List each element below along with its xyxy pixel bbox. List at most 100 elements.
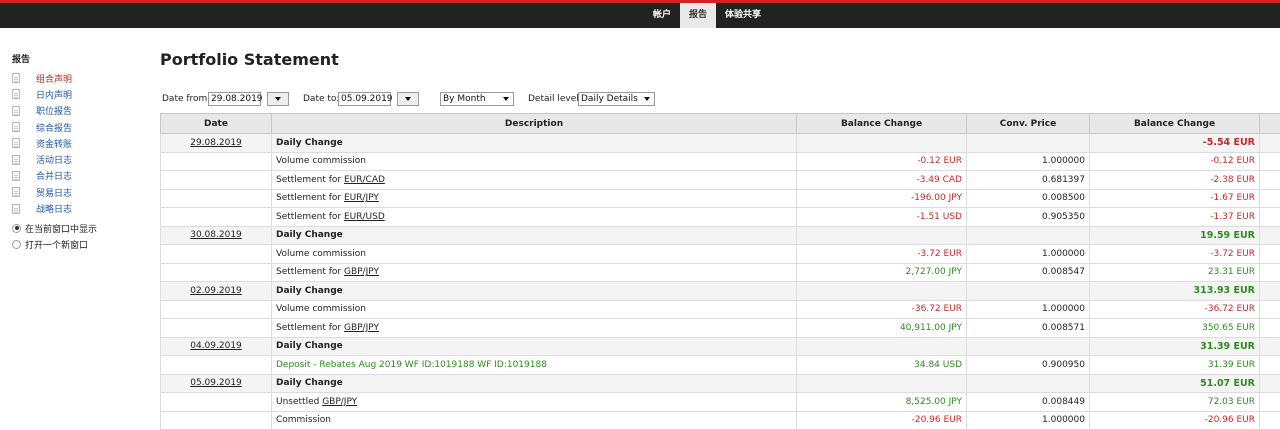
table-row: Volume commission -3.72 EUR 1.000000 -3.72 … bbox=[160, 244, 1280, 264]
balance-change-eur-cell: -20.96 EUR bbox=[1089, 410, 1260, 430]
window-option[interactable]: 在当前窗口中显示 bbox=[12, 221, 142, 236]
document-icon bbox=[12, 89, 20, 100]
table-row: Deposit - Rebates Aug 2019 WF ID:1019188… bbox=[160, 355, 1280, 375]
empty-cell bbox=[1259, 355, 1280, 375]
daily-total: 51.07 EUR bbox=[1089, 373, 1260, 393]
date-from-input[interactable]: 29.08.2019 bbox=[208, 92, 263, 106]
balance-change-cell: 2,727.00 JPY bbox=[796, 262, 967, 282]
table-row: Settlement for EUR/JPY -196.00 JPY 0.00850… bbox=[160, 188, 1280, 208]
empty-cell bbox=[1259, 281, 1280, 301]
sidebar-item[interactable]: 合并日志 bbox=[12, 168, 142, 184]
top-nav-item[interactable]: 体验共享 bbox=[716, 3, 770, 28]
daily-total: 19.59 EUR bbox=[1089, 225, 1260, 245]
document-icon bbox=[12, 170, 20, 181]
detail-level-select[interactable]: Daily Details bbox=[578, 92, 655, 106]
sidebar-item[interactable]: 组合声明 bbox=[12, 70, 142, 86]
instrument-link[interactable]: GBP/JPY bbox=[344, 323, 379, 333]
description-cell: Settlement for EUR/JPY bbox=[271, 188, 797, 208]
empty-cell bbox=[1259, 133, 1280, 153]
balance-change-cell: -3.72 EUR bbox=[796, 244, 967, 264]
table-row: Settlement for GBP/JPY 2,727.00 JPY 0.0085… bbox=[160, 262, 1280, 282]
sidebar-item-label[interactable]: 综合报告 bbox=[36, 121, 72, 134]
conv-price-cell: 1.000000 bbox=[966, 244, 1090, 264]
empty-cell bbox=[1259, 410, 1280, 430]
top-nav-item[interactable]: 报告 bbox=[680, 3, 717, 28]
sidebar-item[interactable]: 贸易日志 bbox=[12, 184, 142, 200]
daily-change-row: 30.08.2019 Daily Change 19.59 EUR bbox=[160, 225, 1280, 245]
empty-cell bbox=[796, 281, 967, 301]
conv-price-cell: 0.008500 bbox=[966, 188, 1090, 208]
window-option[interactable]: 打开一个新窗口 bbox=[12, 237, 142, 252]
instrument-link[interactable]: EUR/USD bbox=[344, 212, 385, 222]
column-header: Date bbox=[160, 113, 272, 134]
radio-button[interactable] bbox=[12, 223, 21, 233]
date-link[interactable]: 02.09.2019 bbox=[160, 281, 272, 301]
balance-change-eur-cell: 72.03 EUR bbox=[1089, 392, 1260, 412]
empty-cell bbox=[1259, 299, 1280, 319]
sidebar-item[interactable]: 战略日志 bbox=[12, 200, 142, 216]
sidebar-item[interactable]: 资金转账 bbox=[12, 135, 142, 151]
daily-total: 31.39 EUR bbox=[1089, 336, 1260, 356]
daily-change-label: Daily Change bbox=[271, 336, 797, 356]
empty-cell bbox=[160, 170, 272, 190]
sidebar-item-label[interactable]: 活动日志 bbox=[36, 153, 72, 166]
sidebar-item[interactable]: 活动日志 bbox=[12, 151, 142, 167]
sidebar-item[interactable]: 职位报告 bbox=[12, 103, 142, 119]
empty-cell bbox=[1259, 373, 1280, 393]
conv-price-cell: 1.000000 bbox=[966, 151, 1090, 171]
conv-price-cell: 0.008571 bbox=[966, 318, 1090, 338]
sidebar-item-label[interactable]: 资金转账 bbox=[36, 137, 72, 150]
date-to-input[interactable]: 05.09.2019 bbox=[338, 92, 393, 106]
empty-cell bbox=[160, 151, 272, 171]
empty-cell bbox=[160, 244, 272, 264]
date-to-picker-button[interactable] bbox=[397, 92, 419, 106]
sidebar-item[interactable]: 日内声明 bbox=[12, 86, 142, 102]
description-text: Volume commission bbox=[276, 304, 366, 315]
instrument-link[interactable]: EUR/JPY bbox=[344, 193, 379, 203]
table-row: Volume commission -0.12 EUR 1.000000 -0.12 … bbox=[160, 151, 1280, 171]
date-link[interactable]: 30.08.2019 bbox=[160, 225, 272, 245]
instrument-link[interactable]: GBP/JPY bbox=[344, 267, 379, 277]
sidebar-item-label[interactable]: 战略日志 bbox=[36, 202, 72, 215]
sidebar-title: 报告 bbox=[12, 55, 31, 65]
table-row: Settlement for EUR/USD -1.51 USD 0.905350-… bbox=[160, 207, 1280, 227]
column-header: Description bbox=[271, 113, 797, 134]
sidebar-item-label[interactable]: 日内声明 bbox=[36, 88, 72, 101]
balance-change-eur-cell: 31.39 EUR bbox=[1089, 355, 1260, 375]
sidebar-item-label[interactable]: 合并日志 bbox=[36, 169, 72, 182]
period-select[interactable]: By Month bbox=[440, 92, 514, 106]
sidebar-item[interactable]: 综合报告 bbox=[12, 119, 142, 135]
sidebar-item-label[interactable]: 贸易日志 bbox=[36, 186, 72, 199]
radio-button[interactable] bbox=[12, 239, 21, 249]
conv-price-cell: 0.008547 bbox=[966, 262, 1090, 282]
balance-change-eur-cell: -0.12 EUR bbox=[1089, 151, 1260, 171]
empty-cell bbox=[1259, 244, 1280, 264]
balance-change-cell: -1.51 USD bbox=[796, 207, 967, 227]
daily-change-label: Daily Change bbox=[271, 373, 797, 393]
sidebar-item-label[interactable]: 职位报告 bbox=[36, 104, 72, 117]
description-cell: Unsettled GBP/JPY bbox=[271, 392, 797, 412]
empty-cell bbox=[966, 225, 1090, 245]
top-nav: 帐户 报告 体验共享 bbox=[644, 3, 770, 28]
description-text: Deposit - Rebates Aug 2019 WF ID:1019188… bbox=[276, 359, 547, 370]
date-from-picker-button[interactable] bbox=[267, 92, 289, 106]
description-text: Commission bbox=[276, 415, 331, 426]
empty-cell bbox=[1259, 262, 1280, 282]
conv-price-cell: 0.681397 bbox=[966, 170, 1090, 190]
instrument-link[interactable]: EUR/CAD bbox=[344, 175, 385, 185]
conv-price-cell: 1.000000 bbox=[966, 410, 1090, 430]
top-nav-item[interactable]: 帐户 bbox=[644, 3, 680, 28]
date-link[interactable]: 04.09.2019 bbox=[160, 336, 272, 356]
sidebar-item-label[interactable]: 组合声明 bbox=[36, 72, 72, 85]
daily-change-row: 29.08.2019 Daily Change -5.54 EUR bbox=[160, 133, 1280, 153]
document-icon bbox=[12, 105, 20, 116]
daily-total: 313.93 EUR bbox=[1089, 281, 1260, 301]
empty-cell bbox=[1259, 207, 1280, 227]
empty-cell bbox=[1259, 151, 1280, 171]
date-link[interactable]: 05.09.2019 bbox=[160, 373, 272, 393]
empty-cell bbox=[966, 133, 1090, 153]
description-cell: Settlement for EUR/CAD bbox=[271, 170, 797, 190]
empty-cell bbox=[966, 281, 1090, 301]
date-link[interactable]: 29.08.2019 bbox=[160, 133, 272, 153]
instrument-link[interactable]: GBP/JPY bbox=[322, 397, 357, 407]
